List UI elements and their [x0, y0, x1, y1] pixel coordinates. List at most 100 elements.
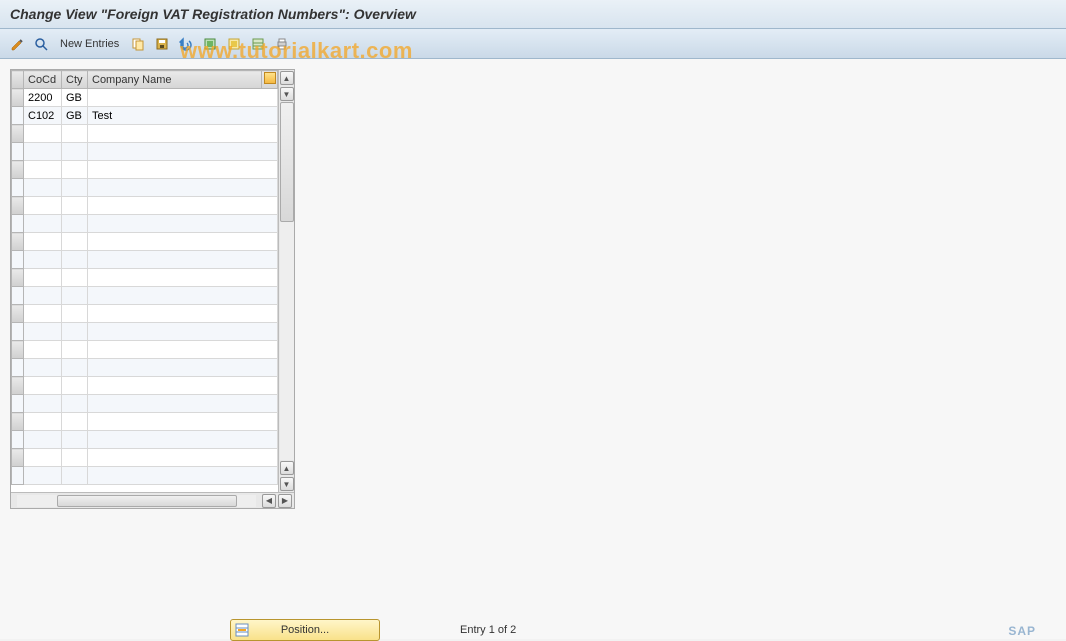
cell-company-name[interactable]: Test	[88, 107, 278, 125]
cell-cocd[interactable]: 2200	[24, 89, 62, 107]
row-selector[interactable]	[12, 377, 24, 395]
cell-company-name[interactable]	[88, 269, 278, 287]
table-row[interactable]	[12, 431, 278, 449]
cell-cty[interactable]	[62, 179, 88, 197]
table-row[interactable]	[12, 143, 278, 161]
row-selector[interactable]	[12, 413, 24, 431]
cell-cty[interactable]	[62, 431, 88, 449]
row-selector[interactable]	[12, 143, 24, 161]
cell-company-name[interactable]	[88, 377, 278, 395]
col-header-cocd[interactable]: CoCd	[24, 71, 62, 89]
cell-cocd[interactable]	[24, 467, 62, 485]
row-selector[interactable]	[12, 467, 24, 485]
cell-company-name[interactable]	[88, 431, 278, 449]
scroll-up-icon[interactable]: ▲	[280, 71, 294, 85]
cell-cty[interactable]	[62, 323, 88, 341]
row-selector[interactable]	[12, 359, 24, 377]
cell-company-name[interactable]	[88, 215, 278, 233]
row-selector[interactable]	[12, 215, 24, 233]
new-entries-button[interactable]: New Entries	[56, 36, 123, 52]
row-selector[interactable]	[12, 323, 24, 341]
cell-cty[interactable]: GB	[62, 89, 88, 107]
scroll-down-icon[interactable]: ▼	[280, 87, 294, 101]
cell-cty[interactable]	[62, 143, 88, 161]
cell-cocd[interactable]	[24, 197, 62, 215]
print-icon[interactable]	[273, 35, 291, 53]
cell-cocd[interactable]	[24, 413, 62, 431]
horizontal-scrollbar[interactable]: ◀ ▶	[11, 492, 294, 508]
cell-cty[interactable]	[62, 377, 88, 395]
row-selector[interactable]	[12, 287, 24, 305]
scroll-down2-icon[interactable]: ▼	[280, 477, 294, 491]
cell-company-name[interactable]	[88, 341, 278, 359]
table-row[interactable]: C102GBTest	[12, 107, 278, 125]
table-row[interactable]	[12, 395, 278, 413]
cell-cocd[interactable]	[24, 323, 62, 341]
cell-cty[interactable]	[62, 215, 88, 233]
cell-cocd[interactable]	[24, 251, 62, 269]
cell-company-name[interactable]	[88, 143, 278, 161]
cell-cocd[interactable]	[24, 233, 62, 251]
row-selector[interactable]	[12, 305, 24, 323]
cell-cocd[interactable]	[24, 161, 62, 179]
cell-cty[interactable]	[62, 125, 88, 143]
deselect-all-icon[interactable]	[225, 35, 243, 53]
table-row[interactable]	[12, 359, 278, 377]
row-selector[interactable]	[12, 251, 24, 269]
cell-cocd[interactable]	[24, 215, 62, 233]
vertical-scrollbar[interactable]: ▲ ▼ ▲ ▼	[278, 70, 294, 492]
cell-cocd[interactable]	[24, 287, 62, 305]
table-row[interactable]	[12, 269, 278, 287]
cell-company-name[interactable]	[88, 449, 278, 467]
table-row[interactable]	[12, 323, 278, 341]
cell-cty[interactable]	[62, 467, 88, 485]
cell-company-name[interactable]	[88, 287, 278, 305]
cell-cocd[interactable]	[24, 431, 62, 449]
cell-cocd[interactable]	[24, 143, 62, 161]
col-header-company-name[interactable]: Company Name	[88, 71, 262, 89]
table-row[interactable]	[12, 215, 278, 233]
row-selector[interactable]	[12, 179, 24, 197]
scroll-right-icon[interactable]: ▶	[278, 494, 292, 508]
cell-company-name[interactable]	[88, 359, 278, 377]
row-selector[interactable]	[12, 269, 24, 287]
table-settings-icon[interactable]	[249, 35, 267, 53]
cell-cty[interactable]	[62, 197, 88, 215]
cell-cty[interactable]	[62, 413, 88, 431]
scroll-left-icon[interactable]: ◀	[262, 494, 276, 508]
cell-cocd[interactable]	[24, 359, 62, 377]
cell-cocd[interactable]	[24, 449, 62, 467]
table-row[interactable]	[12, 341, 278, 359]
copy-icon[interactable]	[129, 35, 147, 53]
cell-cty[interactable]	[62, 233, 88, 251]
change-icon[interactable]	[8, 35, 26, 53]
cell-company-name[interactable]	[88, 305, 278, 323]
col-header-cty[interactable]: Cty	[62, 71, 88, 89]
select-icon[interactable]	[32, 35, 50, 53]
cell-company-name[interactable]	[88, 179, 278, 197]
table-row[interactable]: 2200GB	[12, 89, 278, 107]
save-icon[interactable]	[153, 35, 171, 53]
cell-cocd[interactable]	[24, 305, 62, 323]
table-row[interactable]	[12, 305, 278, 323]
table-row[interactable]	[12, 449, 278, 467]
select-all-icon[interactable]	[201, 35, 219, 53]
cell-company-name[interactable]	[88, 323, 278, 341]
row-selector[interactable]	[12, 449, 24, 467]
cell-cocd[interactable]	[24, 125, 62, 143]
row-selector[interactable]	[12, 89, 24, 107]
cell-cty[interactable]	[62, 341, 88, 359]
row-selector[interactable]	[12, 107, 24, 125]
table-row[interactable]	[12, 467, 278, 485]
position-button[interactable]: Position...	[230, 619, 380, 641]
cell-cty[interactable]	[62, 251, 88, 269]
cell-cty[interactable]	[62, 287, 88, 305]
table-row[interactable]	[12, 251, 278, 269]
hscroll-thumb[interactable]	[57, 495, 237, 507]
cell-company-name[interactable]	[88, 233, 278, 251]
undo-icon[interactable]	[177, 35, 195, 53]
cell-cocd[interactable]: C102	[24, 107, 62, 125]
cell-cty[interactable]	[62, 161, 88, 179]
row-selector[interactable]	[12, 125, 24, 143]
cell-cty[interactable]	[62, 359, 88, 377]
